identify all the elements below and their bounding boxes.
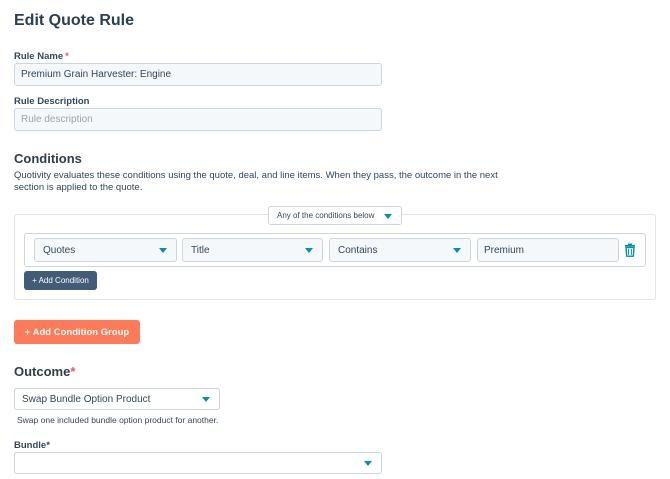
add-condition-label: + Add Condition	[32, 276, 89, 285]
outcome-help-text: Swap one included bundle option product …	[17, 415, 219, 425]
rule-description-placeholder: Rule description	[21, 114, 93, 125]
outcome-selected-value: Swap Bundle Option Product	[22, 393, 151, 405]
add-condition-button[interactable]: + Add Condition	[24, 271, 97, 290]
match-mode-value: Any of the conditions below	[277, 211, 375, 220]
rule-description-label: Rule Description	[14, 96, 90, 107]
bundle-select[interactable]	[14, 452, 382, 474]
caret-down-icon	[159, 248, 167, 253]
condition-operator-value: Contains	[338, 244, 378, 256]
match-mode-select[interactable]: Any of the conditions below	[268, 206, 402, 225]
condition-field-select[interactable]: Title	[182, 238, 323, 262]
condition-field-value: Title	[191, 244, 210, 256]
conditions-description: Quotivity evaluates these conditions usi…	[14, 170, 534, 194]
caret-down-icon	[364, 461, 372, 466]
page-title: Edit Quote Rule	[14, 12, 134, 29]
condition-operator-select[interactable]: Contains	[329, 238, 471, 262]
outcome-select[interactable]: Swap Bundle Option Product	[14, 388, 220, 410]
required-mark: *	[70, 364, 76, 379]
conditions-description-line2: section is applied to the quote.	[14, 182, 143, 193]
outcome-title: Outcome*	[14, 364, 75, 379]
outcome-title-text: Outcome	[14, 364, 71, 379]
required-mark: *	[65, 51, 69, 62]
caret-down-icon	[305, 248, 313, 253]
caret-down-icon	[453, 248, 461, 253]
condition-value-input[interactable]: Premium	[477, 238, 619, 262]
rule-description-input[interactable]: Rule description	[14, 108, 382, 131]
caret-down-icon	[384, 213, 392, 219]
rule-name-value: Premium Grain Harvester: Engine	[21, 69, 172, 80]
bundle-label: Bundle*	[14, 440, 50, 451]
rule-name-input[interactable]: Premium Grain Harvester: Engine	[14, 63, 382, 86]
trash-icon[interactable]	[624, 243, 636, 257]
condition-object-value: Quotes	[43, 244, 76, 256]
add-condition-group-button[interactable]: + Add Condition Group	[14, 320, 140, 344]
condition-value-text: Premium	[484, 244, 525, 256]
rule-name-label: Rule Name *	[14, 51, 69, 62]
conditions-description-line1: Quotivity evaluates these conditions usi…	[14, 170, 498, 181]
add-condition-group-label: + Add Condition Group	[24, 326, 130, 338]
conditions-title: Conditions	[14, 151, 82, 166]
caret-down-icon	[202, 397, 210, 402]
condition-object-select[interactable]: Quotes	[34, 238, 177, 262]
rule-name-label-text: Rule Name	[14, 51, 64, 62]
